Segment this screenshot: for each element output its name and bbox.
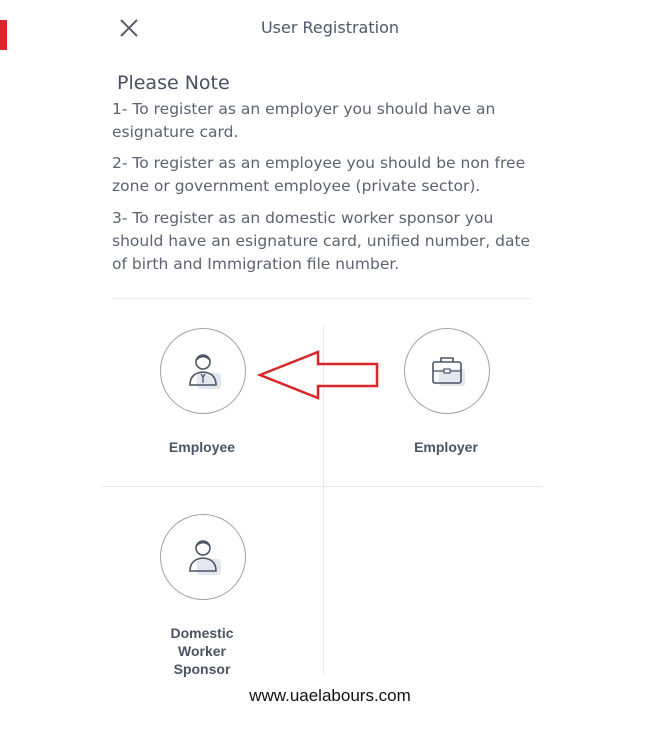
domestic-worker-sponsor-option-button[interactable] bbox=[160, 514, 246, 600]
briefcase-icon bbox=[432, 357, 465, 386]
employer-label[interactable]: Employer bbox=[366, 438, 526, 456]
grid-divider-vertical bbox=[323, 326, 324, 674]
note-item-1: 1- To register as an employer you should… bbox=[112, 100, 496, 141]
note-item-3: 3- To register as an domestic worker spo… bbox=[112, 209, 531, 273]
divider bbox=[112, 298, 532, 299]
employer-option-button[interactable] bbox=[404, 328, 490, 414]
domestic-worker-sponsor-label[interactable]: Domestic Worker Sponsor bbox=[122, 624, 282, 678]
employee-label[interactable]: Employee bbox=[122, 438, 282, 456]
employee-icon bbox=[189, 354, 221, 389]
watermark-text: www.uaelabours.com bbox=[249, 686, 411, 705]
note-title: Please Note bbox=[117, 72, 230, 94]
employee-option-button[interactable] bbox=[160, 328, 246, 414]
page-title: User Registration bbox=[260, 18, 400, 37]
sponsor-icon bbox=[189, 540, 221, 575]
grid-divider-horizontal bbox=[102, 486, 542, 487]
note-item-2: 2- To register as an employee you should… bbox=[112, 154, 526, 195]
